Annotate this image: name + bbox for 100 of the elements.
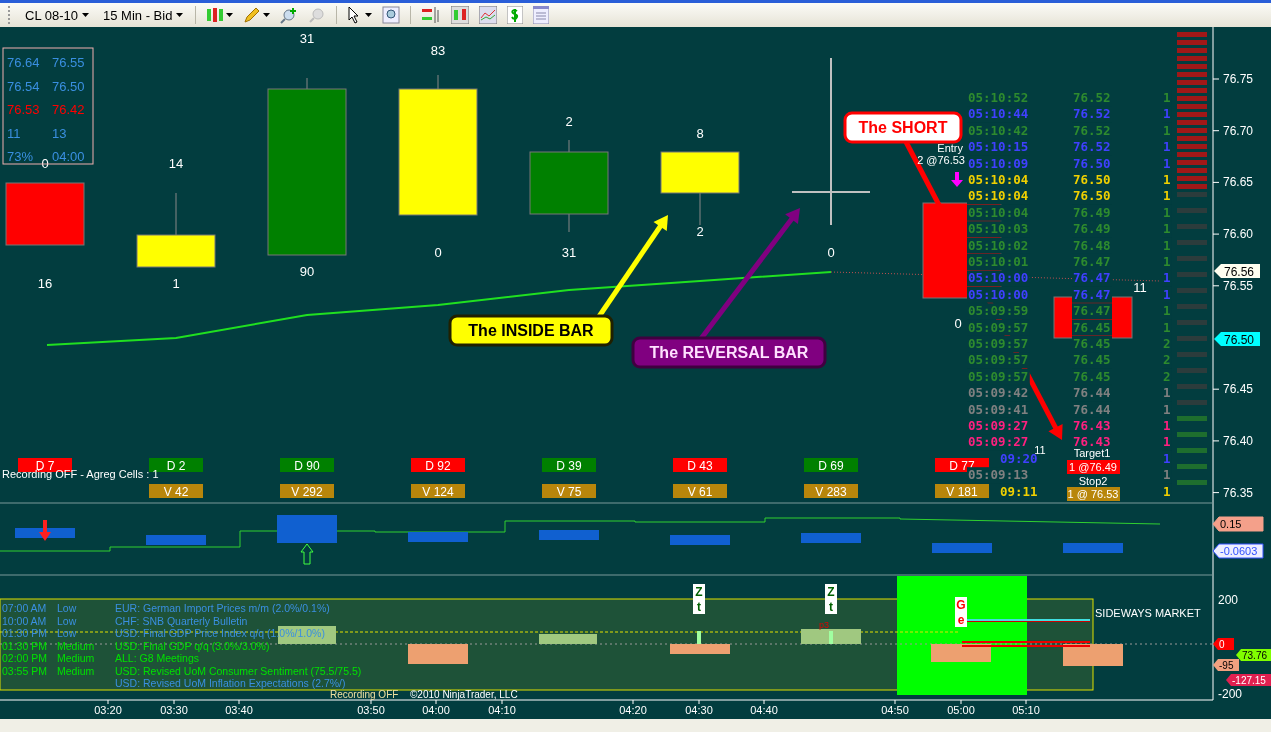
volume-label: V 283	[804, 484, 858, 499]
trade-time: 05:10:52	[967, 90, 1030, 106]
trade-size: 1	[1162, 122, 1172, 139]
indicator-tag: 0	[1213, 638, 1234, 650]
order-detail: 1 @76.49	[1067, 460, 1120, 474]
callout-label: The REVERSAL BAR	[631, 336, 827, 369]
info-value: 13	[52, 125, 67, 141]
trade-price: 76.45	[1072, 368, 1112, 385]
trade-time: 05:09:59	[967, 303, 1030, 320]
time-tick: 03:20	[94, 704, 122, 716]
candlestick-icon	[451, 6, 470, 24]
zoom-out-icon	[308, 6, 327, 24]
account-button[interactable]	[507, 6, 524, 24]
trade-price: 76.50	[1072, 188, 1112, 205]
indicator-tag: 0.15	[1212, 516, 1264, 532]
news-headline: USD: Revised UoM Inflation Expectations (2.7%/)	[115, 677, 346, 689]
caret-icon	[226, 13, 234, 17]
trade-time: 05:10:44	[967, 106, 1030, 123]
bar-count-label: 8	[696, 126, 704, 141]
news-time: 10:00 AM	[2, 614, 47, 627]
order-label: Target1	[1070, 447, 1114, 459]
trade-time: 05:10:09	[967, 155, 1030, 172]
time-tick: 04:20	[619, 704, 647, 716]
volume-label: V 124	[411, 484, 465, 499]
trade-time: 05:10:02	[967, 237, 1030, 254]
bar-count-label: 90	[299, 264, 315, 279]
pointer-button[interactable]	[347, 6, 373, 24]
indicators-button[interactable]	[421, 6, 442, 24]
trade-time: 05:10:00	[967, 286, 1030, 303]
trade-price: 76.48	[1072, 237, 1112, 254]
line-chart-button[interactable]	[479, 6, 498, 24]
price-tick: 76.65	[1223, 175, 1254, 190]
order-label: Entry	[937, 142, 963, 154]
drawing-tool-button[interactable]	[243, 6, 271, 24]
trade-time: 05:10:04	[967, 188, 1030, 205]
indicator-tag: -127.15	[1226, 674, 1271, 686]
trade-time: 05:09:27	[967, 418, 1030, 434]
volume-label: V 75	[542, 484, 596, 499]
time-tick: 05:00	[947, 704, 975, 716]
trade-size: 1	[1162, 385, 1172, 402]
info-value: 73%	[7, 149, 34, 164]
recording-status: Recording OFF	[330, 689, 399, 700]
strategies-button[interactable]	[451, 6, 470, 24]
caret-icon	[263, 13, 271, 17]
properties-button[interactable]	[533, 6, 550, 24]
news-impact: Medium	[57, 664, 95, 677]
interval-dropdown[interactable]: 15 Min - Bid	[101, 7, 186, 23]
info-value: 76.53	[7, 102, 40, 117]
news-headline: ALL: G8 Meetings	[115, 652, 200, 664]
trade-time: 05:09:42	[967, 385, 1030, 402]
news-impact: Low	[57, 627, 77, 639]
volume-label: V 61	[673, 484, 727, 499]
info-value: 76.50	[52, 78, 85, 94]
trade-time: 05:09:57	[967, 368, 1030, 385]
trade-price: 76.50	[1072, 155, 1112, 172]
time-tick: 04:30	[685, 704, 713, 716]
trade-size: 1	[1162, 418, 1172, 434]
order-label: Stop2	[1073, 475, 1113, 487]
trade-price: 76.49	[1072, 204, 1112, 221]
bar-count-label: 0	[827, 245, 835, 260]
bar-count-label: 0	[41, 156, 49, 171]
axis-label: 200	[1218, 593, 1239, 607]
time-tick: 03:40	[225, 704, 253, 716]
news-time: 07:00 AM	[2, 602, 47, 614]
search-button[interactable]	[382, 6, 401, 24]
price-tick: 76.45	[1223, 382, 1254, 397]
search-icon	[382, 6, 401, 24]
delta-label: D 69	[804, 458, 858, 473]
scrollbar[interactable]	[0, 719, 1271, 732]
line-chart-icon	[479, 6, 498, 24]
news-time: 03:55 PM	[2, 664, 47, 677]
trade-size: 2	[1162, 352, 1172, 369]
bars-icon	[421, 6, 442, 24]
chart-style-button[interactable]	[206, 6, 234, 24]
time-tick: 05:10	[1012, 704, 1040, 716]
zoom-in-button[interactable]	[280, 6, 299, 24]
price-tick: 76.35	[1223, 485, 1254, 500]
trade-size: 1	[1162, 286, 1172, 303]
trade-size: 1	[1162, 434, 1172, 451]
candlestick-icon	[206, 6, 225, 24]
delta-label: D 39	[542, 458, 596, 473]
trade-size: 1	[1162, 401, 1172, 418]
news-impact: Medium	[57, 652, 95, 664]
bar-count-label: 11	[1133, 280, 1147, 295]
trade-price: 76.52	[1072, 106, 1112, 123]
event-marker: Z t	[825, 584, 837, 614]
trade-size: 1	[1162, 204, 1172, 221]
bar-count-label: 31	[561, 245, 577, 260]
instrument-dropdown[interactable]: CL 08-10	[23, 7, 91, 23]
caret-icon	[365, 13, 373, 17]
info-value: 76.64	[7, 55, 40, 70]
caret-icon	[176, 13, 184, 17]
volume-label: V 181	[935, 484, 989, 499]
price-tick: 76.60	[1223, 227, 1254, 242]
indicator-tag: -0.0603	[1212, 543, 1264, 559]
news-headline: USD: Revised UoM Consumer Sentiment (75.5/75.5)	[115, 664, 362, 677]
time-tick: 03:30	[160, 704, 188, 716]
trade-size: 1	[1162, 106, 1172, 123]
price-tick: 76.75	[1223, 72, 1254, 86]
trade-price: 76.52	[1072, 139, 1112, 156]
